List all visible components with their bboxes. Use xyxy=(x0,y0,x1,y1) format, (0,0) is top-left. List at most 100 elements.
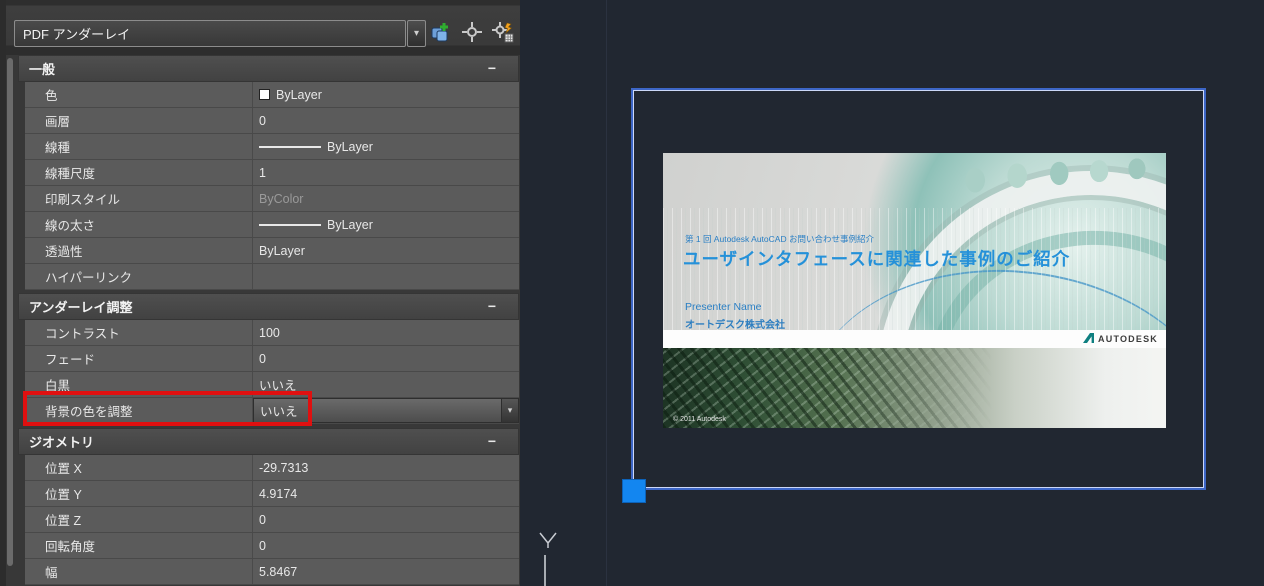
property-row-monochrome: 白黒 いいえ xyxy=(25,372,519,398)
property-value[interactable]: 0 xyxy=(253,507,519,532)
property-value-text: -29.7313 xyxy=(259,460,309,475)
slide-copyright: © 2011 Autodesk xyxy=(673,416,726,423)
property-value[interactable]: ByLayer xyxy=(253,212,519,237)
object-type-select[interactable]: PDF アンダーレイ xyxy=(14,20,406,47)
section-header-geometry[interactable]: ジオメトリ − xyxy=(18,428,519,455)
property-label: フェード xyxy=(25,346,253,371)
property-value: ByColor xyxy=(253,186,519,211)
property-row-contrast: コントラスト 100 xyxy=(25,320,519,346)
property-value[interactable]: 0 xyxy=(253,533,519,558)
section-header-underlay-adjust[interactable]: アンダーレイ調整 − xyxy=(18,293,519,320)
autodesk-logo-icon xyxy=(1083,330,1095,348)
property-value-text: ByLayer xyxy=(259,243,305,258)
property-value[interactable]: 0 xyxy=(253,346,519,371)
quick-select-icon xyxy=(491,20,515,44)
property-label: ハイパーリンク xyxy=(25,264,253,289)
property-row-layer: 画層 0 xyxy=(25,108,519,134)
linetype-swatch xyxy=(259,145,321,148)
property-value-text: 4.9174 xyxy=(259,486,298,501)
slide-bottom-art: © 2011 Autodesk xyxy=(663,348,1166,428)
property-sections: 一般 − 色 ByLayer 画層 0 線種 ByLayer 線種尺度 1 印刷… xyxy=(18,55,519,585)
selection-grip[interactable] xyxy=(622,479,646,503)
property-value-text: いいえ xyxy=(259,379,297,393)
object-type-dropdown-arrow[interactable]: ▾ xyxy=(407,20,426,47)
palette-grab-bar[interactable] xyxy=(7,58,13,566)
property-value[interactable]: ByLayer xyxy=(253,134,519,159)
property-row-fade: フェード 0 xyxy=(25,346,519,372)
section-title: ジオメトリ xyxy=(29,435,95,450)
property-value-text: 1 xyxy=(259,165,266,180)
property-row-plot-style: 印刷スタイル ByColor xyxy=(25,186,519,212)
property-row-rotation: 回転角度 0 xyxy=(25,533,519,559)
property-row-linetype-scale: 線種尺度 1 xyxy=(25,160,519,186)
section-title: アンダーレイ調整 xyxy=(29,300,133,315)
autodesk-logo-text: AUTODESK xyxy=(1098,334,1158,344)
pdf-underlay-image: 第 1 回 Autodesk AutoCAD お問い合わせ事例紹介 ユーザインタ… xyxy=(663,153,1166,428)
section-title: 一般 xyxy=(29,62,56,77)
property-row-width: 幅 5.8467 xyxy=(25,559,519,585)
property-row-transparency: 透過性 ByLayer xyxy=(25,238,519,264)
palette-edge xyxy=(0,0,6,586)
property-label: 線種尺度 xyxy=(25,160,253,185)
property-value[interactable] xyxy=(253,264,519,289)
slide-title: ユーザインタフェースに関連した事例のご紹介 xyxy=(683,249,1071,269)
slide-presenter: Presenter Name xyxy=(685,301,762,313)
toggle-pickadd-button[interactable] xyxy=(427,19,453,45)
collapse-icon[interactable]: − xyxy=(488,298,496,314)
slide-kicker: 第 1 回 Autodesk AutoCAD お問い合わせ事例紹介 xyxy=(685,234,874,244)
property-label: 回転角度 xyxy=(25,533,253,558)
quick-select-button[interactable] xyxy=(490,19,516,45)
property-label: 位置 X xyxy=(25,455,253,480)
property-value-text: 100 xyxy=(259,325,280,340)
property-value[interactable]: 5.8467 xyxy=(253,559,519,584)
property-value-text: 0 xyxy=(259,538,266,553)
property-label: 印刷スタイル xyxy=(25,186,253,211)
collapse-icon[interactable]: − xyxy=(488,433,496,449)
property-value[interactable]: いいえ xyxy=(253,372,519,397)
drawing-canvas[interactable]: 第 1 回 Autodesk AutoCAD お問い合わせ事例紹介 ユーザインタ… xyxy=(520,0,1264,586)
property-value[interactable]: ByLayer xyxy=(253,238,519,263)
property-value[interactable]: ByLayer xyxy=(253,82,519,107)
pickadd-icon xyxy=(429,21,451,43)
section-header-general[interactable]: 一般 − xyxy=(18,55,519,82)
property-value-text: ByColor xyxy=(259,191,304,206)
property-label: 位置 Y xyxy=(25,481,253,506)
ucs-icon: Y xyxy=(536,532,566,586)
property-label: 透過性 xyxy=(25,238,253,263)
adjust-background-colors-select[interactable]: いいえ ▾ xyxy=(253,398,519,423)
select-objects-button[interactable] xyxy=(459,19,485,45)
property-value[interactable]: 1 xyxy=(253,160,519,185)
property-label: 画層 xyxy=(25,108,253,133)
property-label: コントラスト xyxy=(25,320,253,345)
property-value-text: いいえ xyxy=(260,405,298,419)
property-row-adjust-background-colors: 背景の色を調整 いいえ ▾ xyxy=(25,398,519,424)
property-value[interactable]: 100 xyxy=(253,320,519,345)
property-value[interactable]: -29.7313 xyxy=(253,455,519,480)
properties-palette: PDF アンダーレイ ▾ 一般 − 色 ByLayer 画層 0 線種 ByLa… xyxy=(0,0,520,586)
property-label: 背景の色を調整 xyxy=(25,398,253,423)
dropdown-arrow-button[interactable]: ▾ xyxy=(501,399,518,422)
property-row-position-x: 位置 X -29.7313 xyxy=(25,455,519,481)
property-value-text: ByLayer xyxy=(327,217,373,232)
property-value-text: 0 xyxy=(259,351,266,366)
property-row-position-z: 位置 Z 0 xyxy=(25,507,519,533)
property-label: 色 xyxy=(25,82,253,107)
lineweight-swatch xyxy=(259,223,321,226)
canvas-divider-line xyxy=(606,0,607,586)
property-row-color: 色 ByLayer xyxy=(25,82,519,108)
property-value-text: 0 xyxy=(259,512,266,527)
slide-logo-strip: AUTODESK xyxy=(663,330,1166,348)
property-value[interactable]: 0 xyxy=(253,108,519,133)
property-value[interactable]: 4.9174 xyxy=(253,481,519,506)
object-type-value: PDF アンダーレイ xyxy=(23,27,131,42)
property-label: 線種 xyxy=(25,134,253,159)
property-row-hyperlink: ハイパーリンク xyxy=(25,264,519,290)
collapse-icon[interactable]: − xyxy=(488,60,496,76)
property-row-linetype: 線種 ByLayer xyxy=(25,134,519,160)
property-row-lineweight: 線の太さ ByLayer xyxy=(25,212,519,238)
color-swatch xyxy=(259,89,270,100)
property-label: 幅 xyxy=(25,559,253,584)
property-label: 線の太さ xyxy=(25,212,253,237)
property-value-text: 0 xyxy=(259,113,266,128)
slide-company: オートデスク株式会社 xyxy=(685,320,785,331)
